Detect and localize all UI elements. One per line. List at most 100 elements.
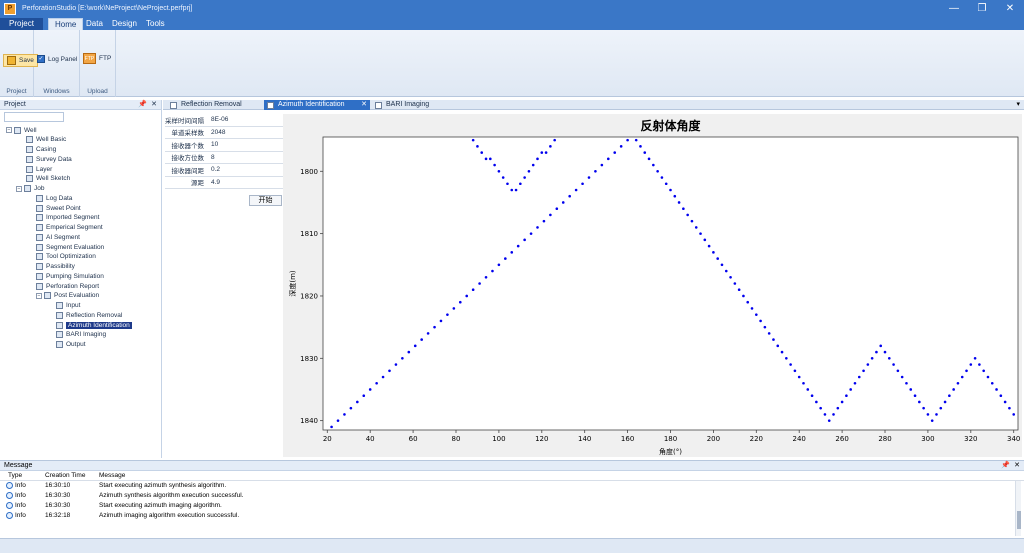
pin-icon[interactable]: 📌 <box>138 100 147 110</box>
tab-overflow-icon[interactable]: ▾ <box>1016 100 1020 110</box>
pumping-simulation-icon <box>36 272 43 280</box>
log-panel-toggle[interactable]: ✓ Log Panel <box>37 55 77 63</box>
data-point <box>806 388 810 391</box>
tab-azimuth-identification[interactable]: Azimuth Identification ✕ <box>264 100 370 110</box>
tree-item[interactable]: Pumping Simulation <box>36 271 104 281</box>
ftp-button[interactable]: FTP FTP <box>83 53 111 64</box>
tree-item[interactable]: Casing <box>26 145 56 155</box>
collapse-toggle-icon[interactable]: − <box>16 185 22 192</box>
data-point <box>699 232 702 235</box>
tree-item[interactable]: Tool Optimization <box>36 252 96 262</box>
tree-item[interactable]: − Job <box>16 184 44 194</box>
close-icon[interactable]: ✕ <box>151 100 157 110</box>
save-button[interactable]: Save <box>3 54 38 67</box>
project-panel: Project 📌 ✕ − Well Well Basic Casing Survey … <box>0 100 162 458</box>
tree-item[interactable]: Output <box>56 340 86 350</box>
title-bar: P PerforationStudio [E:\work\NeProject\N… <box>0 0 1024 17</box>
parameter-value-input[interactable]: 0.2 <box>207 166 283 174</box>
x-tick-label: 260 <box>835 435 848 443</box>
tab-reflection-removal[interactable]: Reflection Removal <box>167 100 263 110</box>
tree-item[interactable]: − Well <box>6 125 37 135</box>
tree-item[interactable]: BARI Imaging <box>56 330 106 340</box>
data-point <box>733 282 737 285</box>
ribbon-group-project: Save Project <box>0 30 38 97</box>
parameter-value-input[interactable]: 8 <box>207 153 283 161</box>
parameter-value-input[interactable]: 8E-06 <box>207 116 283 124</box>
tab-close-icon[interactable]: ✕ <box>361 100 367 110</box>
tree-item-label: Perforation Report <box>46 282 100 290</box>
data-point <box>883 350 887 354</box>
message-scrollbar[interactable] <box>1015 481 1021 536</box>
data-point <box>484 275 488 279</box>
parameter-value-input[interactable]: 10 <box>207 141 283 149</box>
collapse-toggle-icon[interactable]: − <box>6 127 12 133</box>
menu-home[interactable]: Home <box>48 18 84 30</box>
message-row[interactable]: Info 16:30:30 Start executing azimuth imag… <box>0 501 1024 511</box>
tree-item[interactable]: Input <box>56 301 80 311</box>
tree-item[interactable]: AI Segment <box>36 232 80 242</box>
tree-item[interactable]: − Post Evaluation <box>36 291 99 301</box>
tree-item[interactable]: Layer <box>26 164 52 174</box>
parameter-label: 接收方位数 <box>171 155 205 163</box>
tree-item-label: Post Evaluation <box>54 292 100 300</box>
tree-item[interactable]: Perforation Report <box>36 281 99 291</box>
data-point <box>426 332 430 335</box>
tree-item[interactable]: Imported Segment <box>36 213 99 223</box>
data-point <box>913 394 917 398</box>
start-button[interactable]: 开始 <box>249 195 282 206</box>
tree-item[interactable]: Reflection Removal <box>56 310 122 320</box>
message-row[interactable]: Info 16:30:30 Azimuth synthesis algorithm … <box>0 491 1024 501</box>
tree-item[interactable]: Log Data <box>36 193 72 203</box>
tree-item-label: BARI Imaging <box>66 331 107 339</box>
menu-project[interactable]: Project <box>0 18 43 30</box>
tree-item[interactable]: Survey Data <box>26 154 72 164</box>
scrollbar-thumb[interactable] <box>1017 511 1021 529</box>
message-row[interactable]: Info 16:30:10 Start executing azimuth synt… <box>0 481 1024 491</box>
data-point <box>634 138 638 142</box>
menu-design[interactable]: Design <box>106 18 143 30</box>
message-row[interactable]: Info 16:32:18 Azimuth imaging algorithm ex… <box>0 511 1024 521</box>
data-point <box>660 176 664 179</box>
minimize-button[interactable]: — <box>940 0 968 17</box>
tree-item[interactable]: Well Sketch <box>26 174 70 184</box>
parameter-value-input[interactable]: 2048 <box>207 128 283 136</box>
tree-item[interactable]: Passibility <box>36 262 75 272</box>
pin-icon[interactable]: 📌 <box>1001 461 1010 471</box>
tree-item-label: Sweet Point <box>46 204 81 212</box>
y-tick-label: 1830 <box>300 355 318 363</box>
x-tick-label: 120 <box>535 435 548 443</box>
data-point <box>793 369 797 373</box>
data-point <box>982 369 985 373</box>
message-type-label: Info <box>15 492 26 499</box>
document-icon <box>375 102 382 109</box>
data-point <box>802 381 805 385</box>
tree-item[interactable]: Emperical Segment <box>36 223 103 233</box>
message-time: 16:30:10 <box>45 482 71 489</box>
project-search-input[interactable] <box>4 112 64 122</box>
data-point <box>819 406 822 410</box>
tree-item[interactable]: Well Basic <box>26 135 66 145</box>
column-message[interactable]: Message <box>99 471 125 481</box>
data-point <box>703 238 707 242</box>
column-creation-time[interactable]: Creation Time <box>45 471 85 481</box>
column-type[interactable]: Type <box>8 471 22 481</box>
tree-item[interactable]: Sweet Point <box>36 203 81 213</box>
maximize-button[interactable]: ❐ <box>968 0 996 17</box>
save-icon <box>7 56 16 65</box>
tab-bari-imaging[interactable]: BARI Imaging <box>372 100 450 110</box>
collapse-toggle-icon[interactable]: − <box>36 292 42 299</box>
close-icon[interactable]: ✕ <box>1014 461 1020 471</box>
data-point <box>862 369 865 373</box>
close-button[interactable]: ✕ <box>996 0 1024 17</box>
data-point <box>823 413 827 416</box>
menu-data[interactable]: Data <box>80 18 109 30</box>
menu-tools[interactable]: Tools <box>140 18 171 30</box>
tree-item[interactable]: Azimuth Identification <box>56 320 132 330</box>
x-tick-label: 80 <box>452 435 461 443</box>
data-point <box>519 182 522 186</box>
tool-optimization-icon <box>36 253 43 261</box>
data-point <box>574 188 578 192</box>
tree-item[interactable]: Segment Evaluation <box>36 242 104 252</box>
ribbon-group-windows: ✓ Log Panel Windows <box>34 30 80 97</box>
parameter-value-input[interactable]: 4.9 <box>207 178 283 186</box>
